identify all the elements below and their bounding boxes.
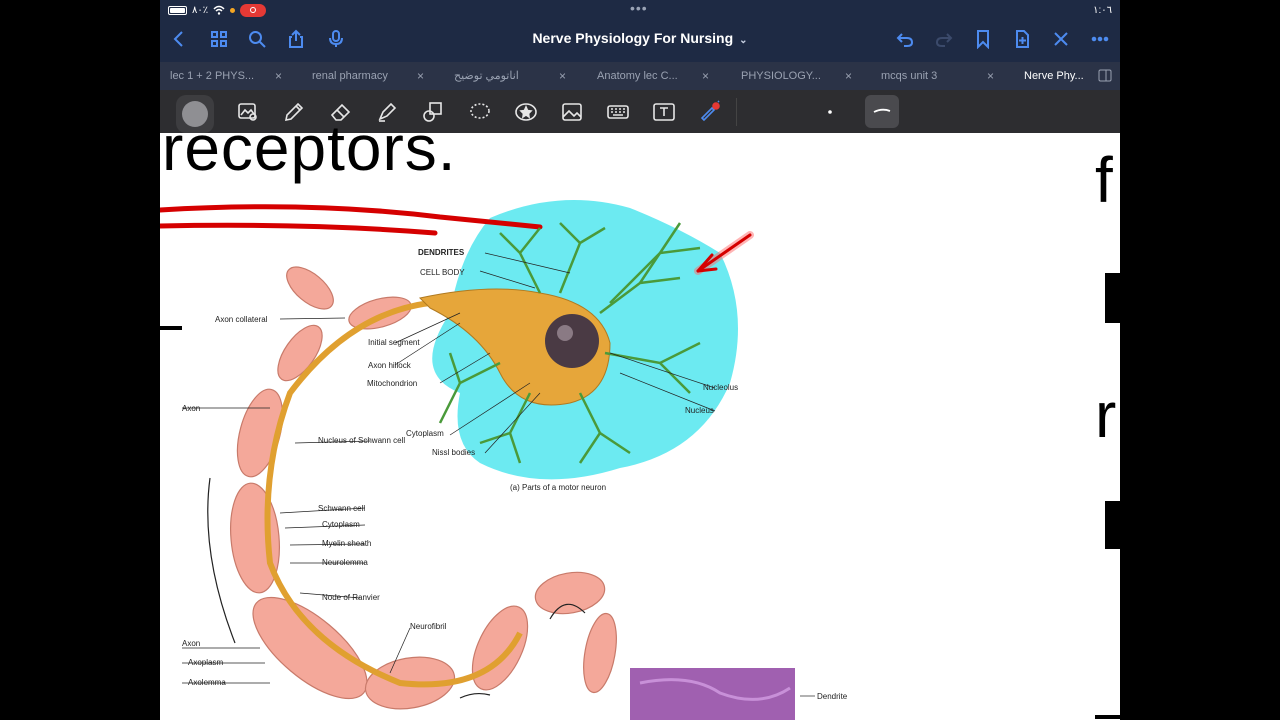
label-nucleus: Nucleus (685, 406, 714, 415)
tab-physiology[interactable]: PHYSIOLOGY... (741, 62, 821, 90)
partial-text-r: r (1095, 379, 1117, 451)
keyboard-icon[interactable] (604, 98, 632, 126)
lasso-tool-icon[interactable] (466, 98, 494, 126)
tab-renal-pharmacy[interactable]: renal pharmacy (312, 62, 388, 90)
label-neurolemma: Neurolemma (322, 558, 368, 567)
partial-text-block (1105, 273, 1120, 323)
bookmark-icon[interactable] (972, 28, 994, 50)
close-tab-icon[interactable]: × (417, 62, 424, 90)
document-title[interactable]: Nerve Physiology For Nursing (532, 30, 733, 46)
close-tab-icon[interactable]: × (275, 62, 282, 90)
label-initial-segment: Initial segment (368, 338, 420, 347)
screen-record-icon[interactable] (240, 3, 267, 17)
figure-caption: (a) Parts of a motor neuron (510, 483, 606, 492)
tab-anatomy-arabic[interactable]: اناتومي توضيح (454, 62, 519, 90)
wifi-icon (213, 5, 225, 15)
label-cytoplasm: Cytoplasm (322, 520, 360, 529)
label-mitochondrion: Mitochondrion (367, 379, 417, 388)
tab-lec-physiology[interactable]: lec 1 + 2 PHYS... (170, 62, 254, 90)
label-axon: Axon (182, 404, 200, 413)
partial-text-block (1105, 501, 1120, 549)
tab-nerve-physiology[interactable]: Nerve Phy... (1024, 62, 1084, 90)
mic-indicator-dot (230, 7, 236, 13)
status-left: ٨٠٪ (168, 2, 267, 18)
ipad-screen: ٨٠٪ ••• ١:٠٦ Nerve Physiology For Nursin… (160, 0, 1120, 720)
share-icon[interactable] (285, 28, 307, 50)
mic-icon[interactable] (325, 28, 347, 50)
label-nucleolus: Nucleolus (703, 383, 738, 392)
label-axoplasm: Axoplasm (188, 658, 223, 667)
document-page[interactable]: receptors. f r DENDRITES CELL BODY Axon … (160, 112, 1120, 720)
page-heading: receptors. (162, 112, 457, 184)
redo-icon[interactable] (933, 28, 955, 50)
add-page-icon[interactable] (1011, 28, 1033, 50)
label-nucleus-schwann: Nucleus of Schwann cell (318, 436, 405, 445)
label-dendrite-micrograph: Dendrite (817, 692, 848, 701)
battery-percent: ٨٠٪ (192, 4, 209, 16)
label-axon-hillock: Axon hillock (368, 361, 412, 370)
multitask-dots-icon[interactable]: ••• (630, 1, 648, 15)
label-axon-collateral: Axon collateral (215, 315, 268, 324)
direction-arrow-icon (207, 477, 236, 644)
neuron-diagram: DENDRITES CELL BODY Axon collateral Init… (160, 200, 848, 720)
status-time: ١:٠٦ (1093, 4, 1112, 16)
search-icon[interactable] (246, 28, 268, 50)
undo-icon[interactable] (894, 28, 916, 50)
close-tab-icon[interactable]: × (559, 62, 566, 90)
label-cell-body: CELL BODY (420, 268, 465, 277)
label-axon-terminal: Axon (182, 639, 200, 648)
label-cytoplasm-2: Cytoplasm (406, 429, 444, 438)
partial-text-dash (1095, 715, 1120, 719)
back-icon[interactable] (168, 28, 190, 50)
grid-icon[interactable] (208, 28, 230, 50)
chevron-down-icon[interactable]: ⌄ (739, 35, 747, 46)
tab-mcqs-unit-3[interactable]: mcqs unit 3 (881, 62, 937, 90)
split-view-icon[interactable] (1098, 69, 1112, 82)
document-tabs: lec 1 + 2 PHYS... × renal pharmacy × انا… (160, 62, 1120, 90)
close-tab-icon[interactable]: × (845, 62, 852, 90)
direction-arrow-icon (459, 692, 491, 699)
thick-stroke-option[interactable] (865, 95, 899, 128)
label-dendrites: DENDRITES (418, 248, 465, 257)
label-schwann-cell: Schwann cell (318, 504, 365, 513)
close-icon[interactable] (1050, 28, 1072, 50)
label-myelin-sheath: Myelin sheath (322, 539, 371, 548)
tab-anatomy-lec[interactable]: Anatomy lec C... (597, 62, 678, 90)
text-box-icon[interactable] (650, 98, 678, 126)
navigation-bar: ٨٠٪ ••• ١:٠٦ Nerve Physiology For Nursin… (160, 0, 1120, 62)
partial-text-f: f (1095, 144, 1113, 216)
label-axolemma: Axolemma (188, 678, 226, 687)
close-tab-icon[interactable]: × (702, 62, 709, 90)
battery-icon (168, 5, 187, 15)
label-neurofibril: Neurofibril (410, 622, 447, 631)
sticker-tool-icon[interactable] (512, 98, 540, 126)
laser-pointer-icon[interactable] (696, 98, 724, 126)
thin-stroke-option[interactable] (816, 98, 844, 126)
toolbar-separator (736, 98, 737, 126)
image-tool-icon[interactable] (558, 98, 586, 126)
label-node-ranvier: Node of Ranvier (322, 593, 380, 602)
close-tab-icon[interactable]: × (987, 62, 994, 90)
label-nissl-bodies: Nissl bodies (432, 448, 475, 457)
more-icon[interactable] (1089, 28, 1111, 50)
micrograph-image (630, 668, 795, 720)
red-underline-annotation (160, 222, 438, 236)
